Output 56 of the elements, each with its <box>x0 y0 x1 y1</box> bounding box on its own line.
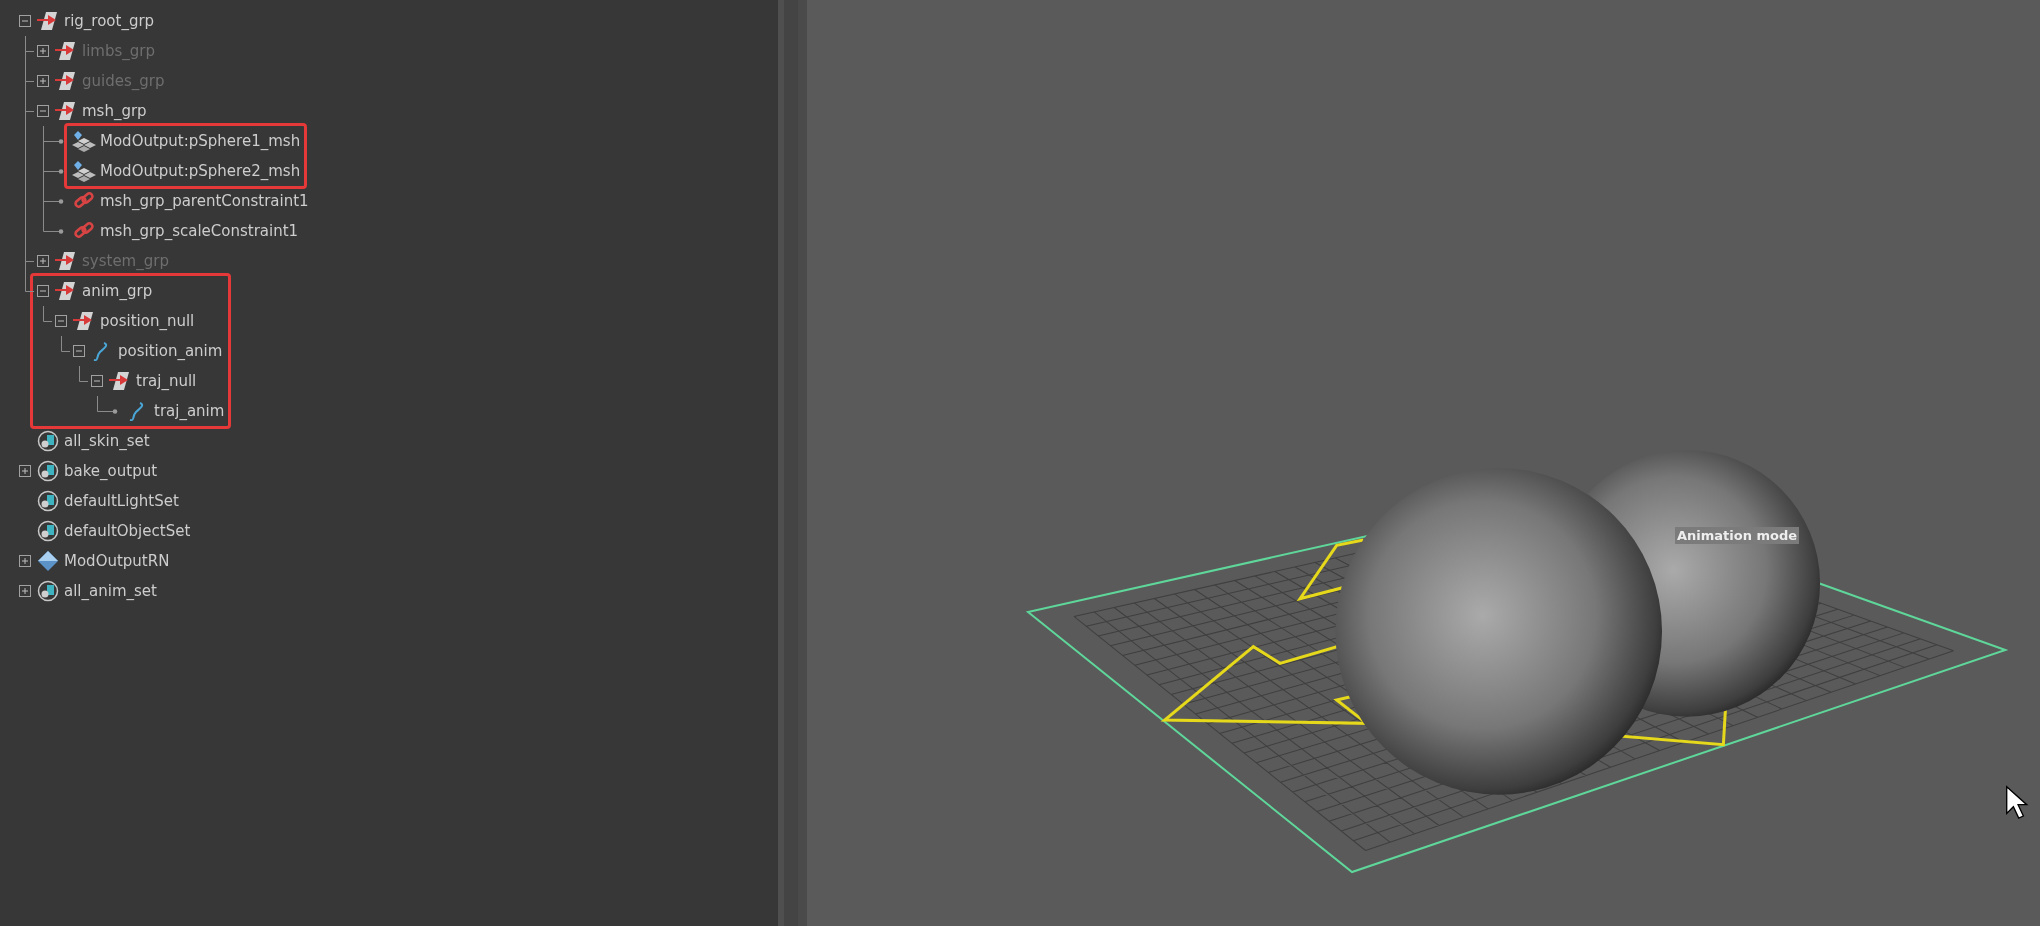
outliner-item-label[interactable]: position_anim <box>118 342 223 360</box>
outliner-item-label[interactable]: msh_grp_parentConstraint1 <box>100 192 309 210</box>
tree-connector <box>43 306 52 322</box>
viewport-3d[interactable]: Animation mode <box>807 0 2040 926</box>
transform-node-icon <box>54 280 78 302</box>
outliner-item-label[interactable]: defaultLightSet <box>64 492 179 510</box>
set-node-icon <box>36 520 60 542</box>
outliner-item-label[interactable]: anim_grp <box>82 282 153 300</box>
outliner-item-label[interactable]: position_null <box>100 312 195 330</box>
expand-toggle[interactable] <box>37 105 49 117</box>
outliner-item-label[interactable]: defaultObjectSet <box>64 522 191 540</box>
outliner-item-label[interactable]: msh_grp_scaleConstraint1 <box>100 222 299 240</box>
outliner-item-label[interactable]: ModOutput:pSphere1_msh <box>100 132 301 150</box>
tree-connector <box>25 186 64 216</box>
outliner-item-label[interactable]: ModOutput:pSphere2_msh <box>100 162 301 180</box>
reference-node-icon <box>36 550 60 572</box>
outliner-item-label[interactable]: traj_null <box>136 372 197 390</box>
outliner-item-label[interactable]: ModOutputRN <box>64 552 170 570</box>
expand-toggle[interactable] <box>37 75 49 87</box>
set-node-icon <box>36 460 60 482</box>
expand-toggle[interactable] <box>37 255 49 267</box>
set-node-icon <box>36 580 60 602</box>
tree-connector <box>97 396 118 414</box>
outliner-item-label[interactable]: traj_anim <box>154 402 225 420</box>
outliner-item-label[interactable]: bake_output <box>64 462 158 480</box>
outliner-item-label[interactable]: rig_root_grp <box>64 12 155 30</box>
expand-toggle[interactable] <box>19 465 31 477</box>
tree-connector <box>25 156 64 186</box>
outliner-item-label[interactable]: all_skin_set <box>64 432 150 450</box>
tree-connector <box>79 366 88 382</box>
outliner-item-label[interactable]: all_anim_set <box>64 582 157 600</box>
mesh-node-icon <box>72 160 96 182</box>
set-node-icon <box>36 430 60 452</box>
tree-connector <box>25 66 34 96</box>
transform-node-icon <box>72 310 96 332</box>
transform-node-icon <box>108 370 132 392</box>
expand-toggle[interactable] <box>55 315 67 327</box>
transform-node-icon <box>54 70 78 92</box>
set-node-icon <box>36 490 60 512</box>
transform-node-icon <box>54 100 78 122</box>
transform-node-icon <box>36 10 60 32</box>
transform-node-icon <box>54 40 78 62</box>
expand-toggle[interactable] <box>19 585 31 597</box>
expand-toggle[interactable] <box>19 555 31 567</box>
mode-label: Animation mode <box>1675 527 1800 544</box>
transform-node-icon <box>54 250 78 272</box>
mesh-node-icon <box>72 130 96 152</box>
tree-connector <box>25 36 34 66</box>
mouse-cursor-icon <box>2006 785 2029 819</box>
expand-toggle[interactable] <box>91 375 103 387</box>
expand-toggle[interactable] <box>37 285 49 297</box>
outliner-item-label[interactable]: msh_grp <box>82 102 147 120</box>
expand-toggle[interactable] <box>37 45 49 57</box>
expand-toggle[interactable] <box>19 15 31 27</box>
tree-connector <box>61 336 70 352</box>
expand-toggle[interactable] <box>73 345 85 357</box>
